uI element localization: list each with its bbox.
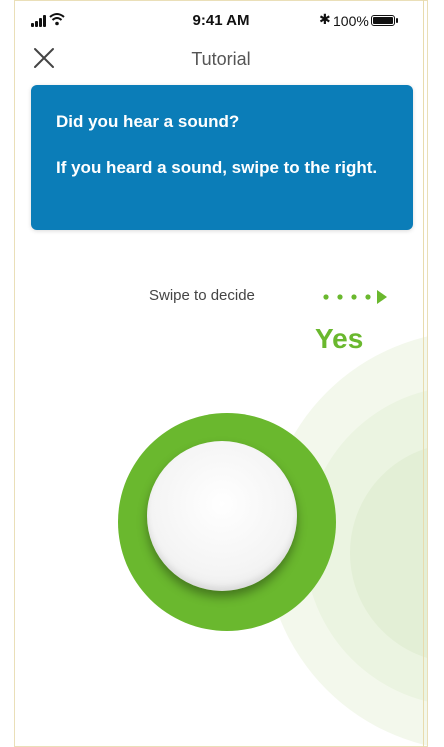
- battery-icon: [371, 15, 395, 26]
- nav-bar: Tutorial: [15, 37, 427, 81]
- frame-divider: [423, 0, 424, 747]
- page-title: Tutorial: [191, 49, 251, 69]
- yes-label: Yes: [315, 323, 364, 354]
- battery-percent: 100%: [333, 13, 369, 29]
- bluetooth-icon: ✱: [319, 11, 331, 27]
- battery-tip: [396, 18, 398, 23]
- status-bar: 9:41 AM ✱ 100%: [15, 1, 427, 37]
- app-screen: 9:41 AM ✱ 100% Tutorial Did you hear a s…: [14, 0, 428, 747]
- swipe-hint: Swipe to decide: [149, 287, 255, 304]
- instruction-card: Did you hear a sound? If you heard a sou…: [31, 85, 413, 230]
- card-instruction: If you heard a sound, swipe to the right…: [56, 158, 378, 177]
- swipe-right-arrow-icon: [323, 290, 387, 304]
- card-question: Did you hear a sound?: [56, 112, 240, 131]
- swipe-knob[interactable]: [147, 441, 297, 591]
